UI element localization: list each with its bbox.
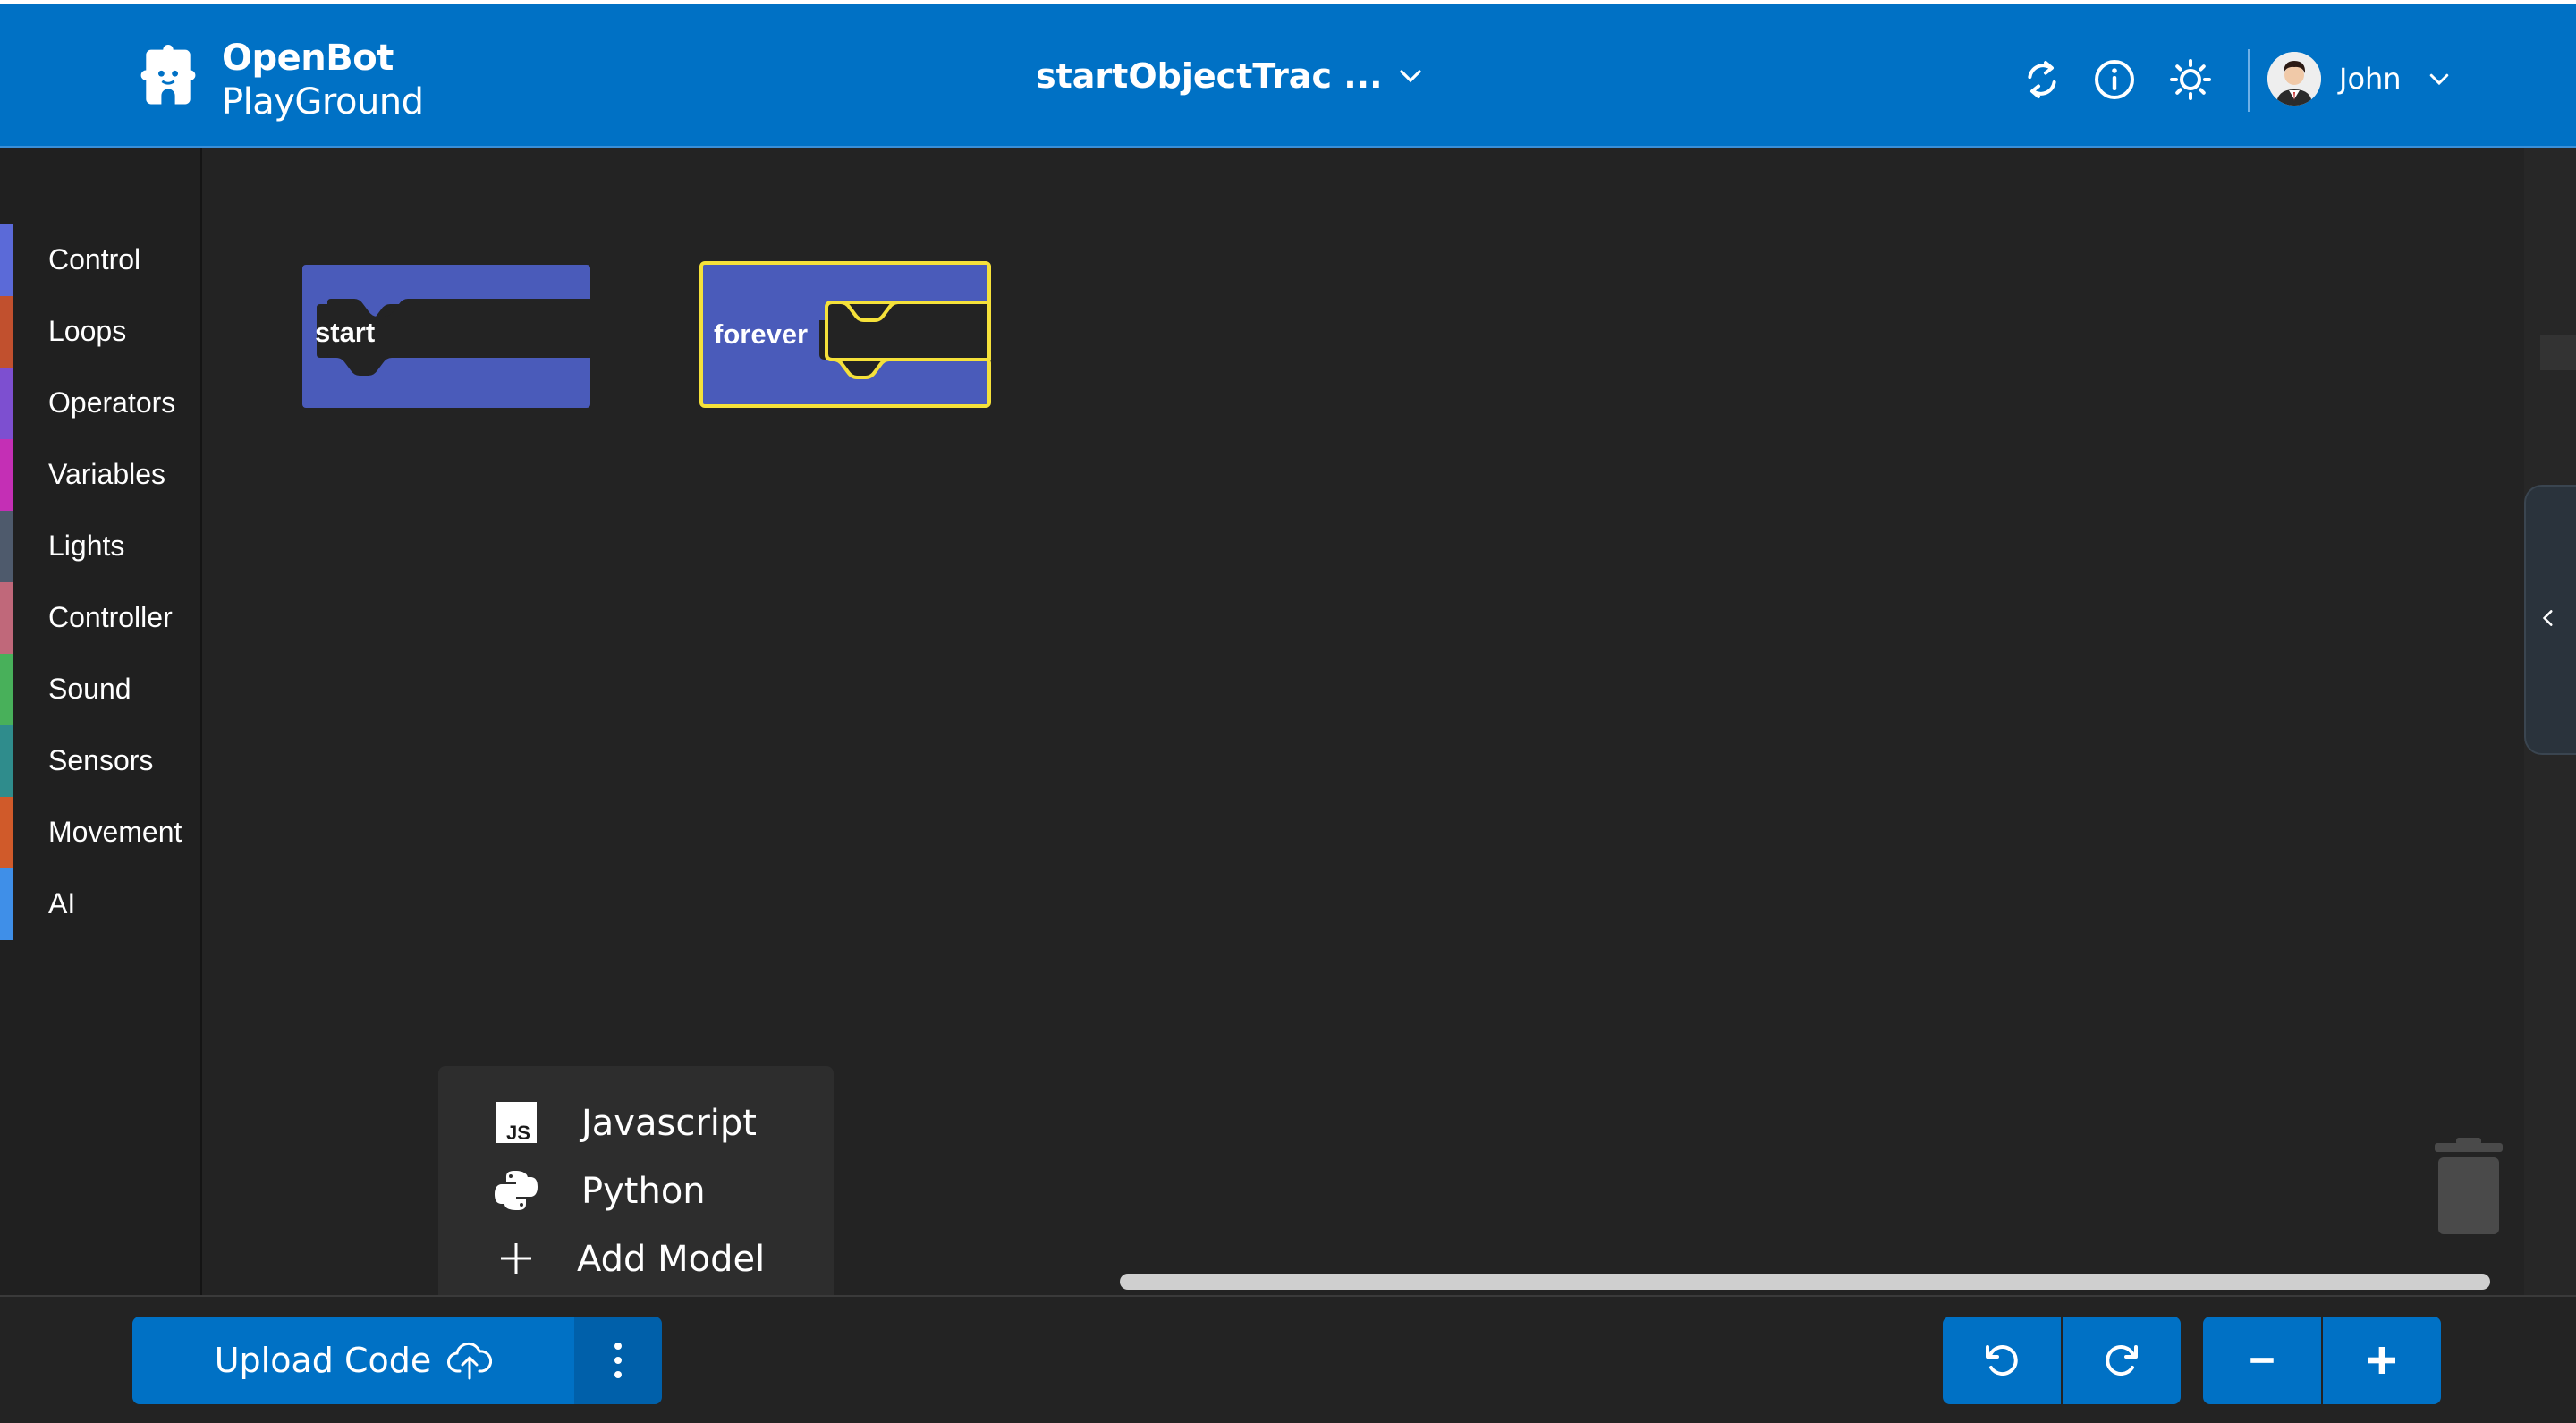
category-label: Sensors bbox=[48, 744, 154, 776]
zoom-in-button[interactable] bbox=[2323, 1317, 2441, 1404]
python-icon bbox=[495, 1171, 538, 1210]
category-color-bar bbox=[0, 296, 13, 368]
app-name-line1: OpenBot bbox=[222, 38, 394, 79]
more-options-button[interactable] bbox=[574, 1317, 662, 1404]
menu-item-add-model[interactable]: Add Model bbox=[438, 1224, 834, 1292]
sync-icon[interactable] bbox=[2021, 58, 2063, 101]
app-header: OpenBot PlayGround startObjectTrac ... J… bbox=[0, 4, 2576, 148]
info-icon[interactable] bbox=[2093, 58, 2136, 101]
menu-item-label: Python bbox=[581, 1171, 706, 1212]
upload-options-menu: JS Javascript Python Add Model bbox=[438, 1066, 834, 1317]
horizontal-scrollbar[interactable] bbox=[1120, 1274, 2490, 1290]
category-color-bar bbox=[0, 654, 13, 725]
forever-block[interactable]: forever bbox=[698, 259, 996, 413]
menu-item-python[interactable]: Python bbox=[438, 1156, 834, 1224]
category-label: Control bbox=[48, 243, 141, 275]
menu-item-javascript[interactable]: JS Javascript bbox=[438, 1088, 834, 1156]
plus-icon bbox=[2368, 1347, 2395, 1374]
category-color-bar bbox=[0, 868, 13, 940]
category-variables[interactable]: Variables bbox=[0, 439, 200, 511]
chevron-down-icon bbox=[1399, 70, 1421, 83]
zoom-out-button[interactable] bbox=[2203, 1317, 2321, 1404]
category-loops[interactable]: Loops bbox=[0, 296, 200, 368]
user-avatar-icon bbox=[2267, 52, 2321, 106]
kebab-menu-icon bbox=[614, 1343, 622, 1378]
menu-item-label: Add Model bbox=[577, 1239, 766, 1280]
start-block-label: start bbox=[315, 317, 375, 348]
app-name-line2: PlayGround bbox=[222, 81, 424, 123]
category-ai[interactable]: AI bbox=[0, 868, 200, 940]
category-color-bar bbox=[0, 725, 13, 797]
undo-icon bbox=[1986, 1345, 2018, 1376]
plus-icon bbox=[501, 1243, 531, 1274]
forever-block-label: forever bbox=[714, 318, 808, 350]
category-label: Lights bbox=[48, 529, 125, 562]
redo-button[interactable] bbox=[2063, 1317, 2181, 1404]
category-color-bar bbox=[0, 582, 13, 654]
category-sound[interactable]: Sound bbox=[0, 654, 200, 725]
user-name[interactable]: John bbox=[2339, 62, 2402, 96]
redo-icon bbox=[2106, 1345, 2138, 1376]
category-lights[interactable]: Lights bbox=[0, 511, 200, 582]
minus-icon bbox=[2250, 1358, 2274, 1363]
category-controller[interactable]: Controller bbox=[0, 582, 200, 654]
theme-sun-icon[interactable] bbox=[2169, 58, 2212, 101]
category-color-bar bbox=[0, 439, 13, 511]
category-movement[interactable]: Movement bbox=[0, 797, 200, 868]
category-label: Variables bbox=[48, 458, 166, 490]
category-sensors[interactable]: Sensors bbox=[0, 725, 200, 797]
category-operators[interactable]: Operators bbox=[0, 368, 200, 439]
category-control[interactable]: Control bbox=[0, 224, 200, 296]
trash-icon[interactable] bbox=[2431, 1136, 2506, 1238]
category-label: Sound bbox=[48, 673, 131, 705]
app-logo-text: OpenBot PlayGround bbox=[222, 37, 424, 124]
category-sidebar: Control Loops Operators Variables Lights Cont… bbox=[0, 148, 202, 1295]
undo-button[interactable] bbox=[1943, 1317, 2061, 1404]
upload-code-label: Upload Code bbox=[214, 1341, 432, 1380]
start-block[interactable]: start bbox=[301, 263, 592, 410]
category-color-bar bbox=[0, 368, 13, 439]
avatar[interactable] bbox=[2267, 52, 2321, 106]
cloud-upload-icon bbox=[447, 1342, 493, 1380]
javascript-icon: JS bbox=[496, 1102, 537, 1144]
category-color-bar bbox=[0, 511, 13, 582]
rail-marker bbox=[2540, 335, 2576, 370]
category-label: Controller bbox=[48, 601, 173, 633]
category-label: Operators bbox=[48, 386, 176, 419]
upload-code-button[interactable]: Upload Code bbox=[132, 1317, 574, 1404]
category-color-bar bbox=[0, 797, 13, 868]
user-menu-chevron-icon[interactable] bbox=[2426, 65, 2453, 92]
menu-item-label: Javascript bbox=[581, 1103, 757, 1144]
category-label: Movement bbox=[48, 816, 182, 848]
project-title: startObjectTrac ... bbox=[1036, 56, 1383, 96]
category-label: AI bbox=[48, 887, 76, 919]
category-color-bar bbox=[0, 224, 13, 296]
openbot-logo-icon bbox=[140, 44, 196, 105]
header-divider bbox=[2248, 49, 2250, 112]
chevron-left-icon[interactable] bbox=[2537, 606, 2560, 630]
project-title-dropdown[interactable]: startObjectTrac ... bbox=[1036, 56, 1424, 96]
svg-text:JS: JS bbox=[506, 1122, 530, 1144]
category-label: Loops bbox=[48, 315, 127, 347]
app-root: OpenBot PlayGround startObjectTrac ... J… bbox=[0, 0, 2576, 1423]
